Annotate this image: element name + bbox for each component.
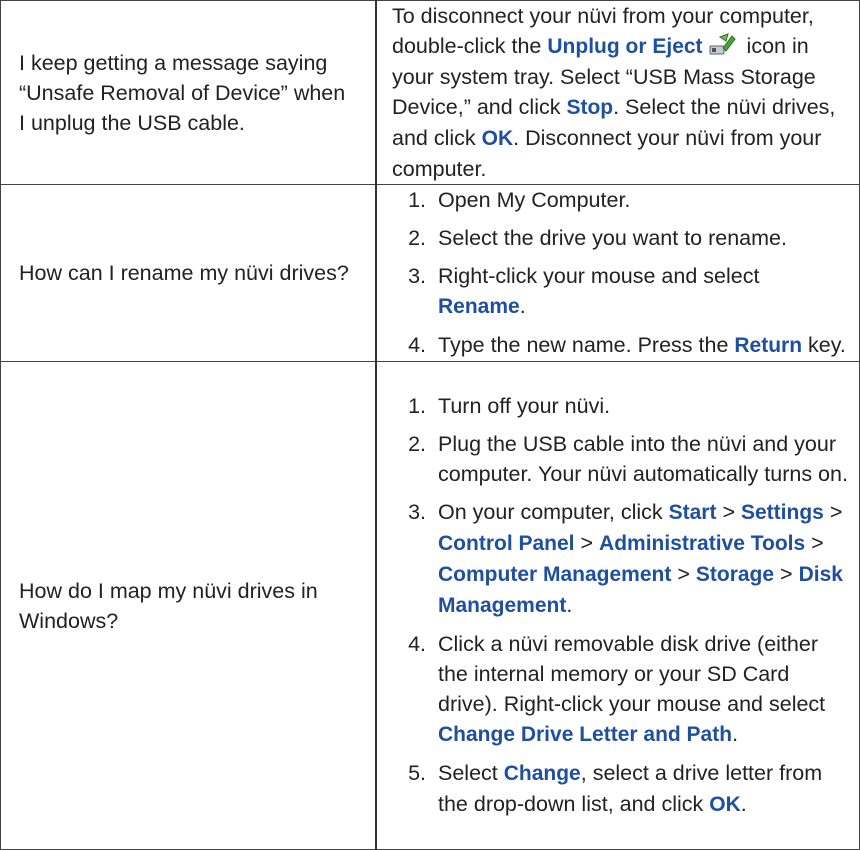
step-list: 1. Turn off your nüvi. 2. Plug the USB cab… (392, 391, 851, 820)
step-list: 1. Open My Computer. 2. Select the drive y… (392, 185, 851, 361)
return-keyword: Return (734, 334, 803, 357)
step-text: > (805, 531, 824, 555)
step-item: 3. On your computer, click Start > Settin… (392, 497, 851, 621)
computer-management-keyword: Computer Management (438, 563, 672, 586)
administrative-tools-keyword: Administrative Tools (599, 532, 806, 555)
step-item: 1. Turn off your nüvi. (392, 391, 851, 421)
step-number: 5. (408, 761, 426, 785)
step-text: Right-click your mouse and select (438, 264, 760, 288)
rename-keyword: Rename (438, 295, 520, 318)
step-number: 2. (408, 432, 426, 456)
step-item: 2. Plug the USB cable into the nüvi and y… (392, 429, 851, 489)
step-number: 4. (408, 632, 426, 656)
question-cell: I keep getting a message saying “Unsafe … (0, 0, 377, 185)
faq-row-rename: How can I rename my nüvi drives? 1. Open … (0, 184, 860, 362)
step-text: > (671, 562, 696, 586)
step-text: Select (438, 761, 504, 785)
step-text: Select the drive you want to rename. (438, 226, 787, 250)
change-drive-letter-keyword: Change Drive Letter and Path (438, 723, 733, 746)
step-text: > (774, 562, 799, 586)
answer-text: To disconnect your nüvi from your comput… (392, 1, 851, 184)
step-item: 4. Type the new name. Press the Return ke… (392, 330, 851, 361)
usb-eject-icon (707, 31, 737, 59)
step-text: . (740, 792, 747, 816)
step-text: key. (802, 333, 846, 357)
ok-keyword: OK (481, 127, 514, 150)
question-cell: How do I map my nüvi drives in Windows? (0, 361, 377, 850)
step-number: 4. (408, 333, 426, 357)
step-number: 3. (408, 264, 426, 288)
ok-keyword: OK (709, 793, 741, 816)
step-number: 3. (408, 500, 426, 524)
step-item: 2. Select the drive you want to rename. (392, 223, 851, 253)
question-text: How do I map my nüvi drives in Windows? (19, 578, 318, 633)
step-text: . (732, 722, 739, 746)
step-text: . (519, 294, 526, 318)
step-number: 1. (408, 394, 426, 418)
step-number: 2. (408, 226, 426, 250)
faq-row-unsafe-removal: I keep getting a message saying “Unsafe … (0, 0, 860, 185)
step-number: 1. (408, 188, 426, 212)
faq-table: I keep getting a message saying “Unsafe … (0, 0, 860, 850)
step-text: Plug the USB cable into the nüvi and you… (438, 432, 848, 486)
stop-keyword: Stop (566, 96, 614, 119)
step-item: 5. Select Change, select a drive letter f… (392, 758, 851, 820)
step-item: 4. Click a nüvi removable disk drive (eit… (392, 629, 851, 750)
faq-row-map-drives: How do I map my nüvi drives in Windows? … (0, 361, 860, 850)
step-text: > (716, 500, 741, 524)
answer-cell: 1. Turn off your nüvi. 2. Plug the USB cab… (376, 361, 860, 850)
step-text: Turn off your nüvi. (438, 394, 611, 418)
control-panel-keyword: Control Panel (438, 532, 575, 555)
question-text: How can I rename my nüvi drives? (19, 261, 349, 285)
step-text: Open My Computer. (438, 188, 631, 212)
question-cell: How can I rename my nüvi drives? (0, 184, 377, 362)
step-text: Type the new name. Press the (438, 333, 735, 357)
step-text: Click a nüvi removable disk drive (eithe… (438, 632, 826, 716)
question-text: I keep getting a message saying “Unsafe … (19, 50, 346, 135)
answer-cell: To disconnect your nüvi from your comput… (376, 0, 860, 185)
step-text: . (566, 593, 573, 617)
step-item: 1. Open My Computer. (392, 185, 851, 215)
step-text: > (823, 500, 843, 524)
answer-cell: 1. Open My Computer. 2. Select the drive y… (376, 184, 860, 362)
step-text: On your computer, click (438, 500, 669, 524)
start-keyword: Start (668, 501, 717, 524)
settings-keyword: Settings (741, 501, 824, 524)
step-item: 3. Right-click your mouse and select Rena… (392, 261, 851, 322)
storage-keyword: Storage (695, 563, 775, 586)
unplug-eject-keyword: Unplug or Eject (547, 35, 703, 58)
step-text: > (574, 531, 600, 555)
change-keyword: Change (503, 762, 581, 785)
